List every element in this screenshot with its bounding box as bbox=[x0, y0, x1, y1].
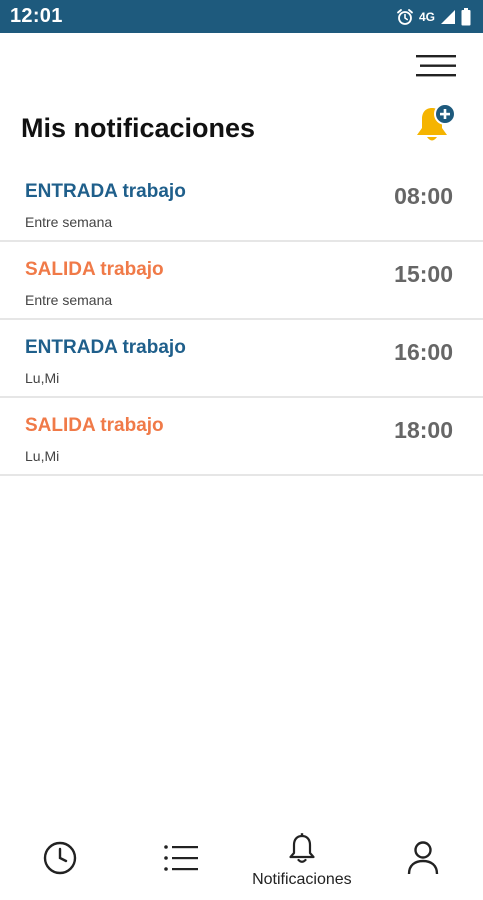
bell-plus-icon bbox=[412, 103, 460, 150]
notification-title: ENTRADA trabajo bbox=[25, 181, 186, 202]
alarm-icon bbox=[396, 8, 414, 26]
status-time: 12:01 bbox=[10, 5, 63, 27]
notification-title: SALIDA trabajo bbox=[25, 259, 164, 280]
nav-item-clock[interactable] bbox=[0, 825, 120, 895]
menu-button[interactable] bbox=[411, 52, 463, 84]
bottom-navigation: Notificaciones bbox=[0, 820, 483, 900]
notification-days: Lu,Mi bbox=[25, 448, 60, 464]
person-icon bbox=[406, 840, 440, 881]
notification-days: Entre semana bbox=[25, 214, 113, 230]
notification-days: Lu,Mi bbox=[25, 370, 60, 386]
notification-title: ENTRADA trabajo bbox=[25, 337, 186, 358]
status-bar: 12:01 4G bbox=[0, 0, 483, 33]
page-title: Mis notificaciones bbox=[21, 113, 256, 143]
notification-time: 16:00 bbox=[394, 339, 453, 365]
hamburger-menu-icon bbox=[416, 53, 458, 84]
bell-icon bbox=[286, 832, 318, 869]
app-screen: 12:01 4G Mis notificaciones ENTRADA trab… bbox=[0, 0, 483, 900]
notification-time: 08:00 bbox=[394, 183, 453, 209]
notification-list: ENTRADA trabajo Entre semana 08:00 SALID… bbox=[0, 164, 483, 476]
add-notification-button[interactable] bbox=[412, 102, 460, 146]
notification-days: Entre semana bbox=[25, 292, 113, 308]
network-type-label: 4G bbox=[418, 9, 435, 24]
status-icons: 4G bbox=[396, 7, 471, 26]
notification-item[interactable]: SALIDA trabajo Lu,Mi 18:00 bbox=[0, 398, 483, 476]
notification-item[interactable]: SALIDA trabajo Entre semana 15:00 bbox=[0, 242, 483, 320]
notification-time: 18:00 bbox=[394, 417, 453, 443]
notification-item[interactable]: ENTRADA trabajo Lu,Mi 16:00 bbox=[0, 320, 483, 398]
notification-title: SALIDA trabajo bbox=[25, 415, 164, 436]
nav-item-notificaciones[interactable]: Notificaciones bbox=[242, 825, 362, 895]
nav-item-profile[interactable] bbox=[363, 825, 483, 895]
notification-time: 15:00 bbox=[394, 261, 453, 287]
signal-icon bbox=[440, 9, 456, 25]
clock-icon bbox=[42, 840, 78, 881]
notification-item[interactable]: ENTRADA trabajo Entre semana 08:00 bbox=[0, 164, 483, 242]
battery-icon bbox=[461, 7, 471, 26]
nav-item-list[interactable] bbox=[121, 825, 241, 895]
nav-label-notificaciones: Notificaciones bbox=[252, 870, 352, 888]
list-icon bbox=[163, 843, 199, 878]
